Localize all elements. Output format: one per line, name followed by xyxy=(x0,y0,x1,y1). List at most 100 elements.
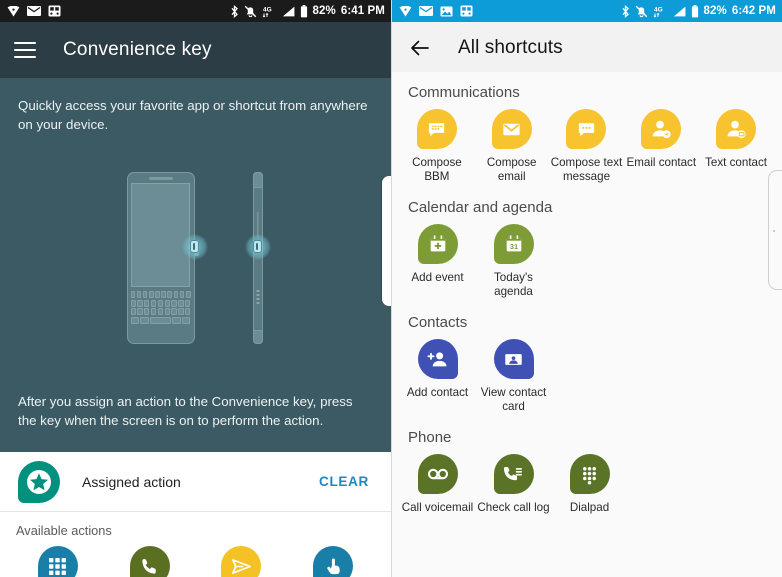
shortcut-compose-text-message[interactable]: Compose text message xyxy=(550,109,624,183)
action-open-app[interactable]: Open app xyxy=(12,544,104,577)
page-title-right: All shortcuts xyxy=(458,37,563,58)
email-icon xyxy=(27,6,41,16)
action-send-message[interactable]: Send message xyxy=(196,544,288,577)
voicemail-icon xyxy=(417,454,458,494)
signal-bars-icon xyxy=(282,6,295,17)
shortcut-compose-email[interactable]: Compose email xyxy=(475,109,549,183)
shortcuts-scroll-area[interactable]: Communications Compose BBM Compose email… xyxy=(392,72,782,577)
shortcut-label: Compose text message xyxy=(550,156,623,183)
person-message-icon xyxy=(716,109,757,149)
shortcut-add-contact[interactable]: Add contact xyxy=(400,339,475,400)
group-phone: Phone Call voicemail Check call log Dial… xyxy=(392,417,782,519)
shortcut-dialpad[interactable]: Dialpad xyxy=(552,454,627,515)
app-bar-right: All shortcuts xyxy=(392,22,782,74)
group-tiles: Add contact View contact card xyxy=(392,339,782,413)
shortcut-check-call-log[interactable]: Check call log xyxy=(476,454,551,515)
signal-bars-icon xyxy=(673,6,686,17)
shortcut-label: Text contact xyxy=(705,156,768,169)
4g-data-icon: 4G xyxy=(262,5,277,18)
transit-icon xyxy=(460,5,473,17)
battery-icon xyxy=(691,4,699,18)
bbm-chat-icon xyxy=(416,109,457,149)
group-heading: Communications xyxy=(408,84,520,101)
clock-right: 6:42 PM xyxy=(731,5,776,17)
bluetooth-icon xyxy=(230,4,239,18)
phone-front-view xyxy=(126,172,208,344)
shortcut-email-contact[interactable]: Email contact xyxy=(624,109,698,170)
contact-card-icon xyxy=(493,339,534,379)
shortcut-label: Dialpad xyxy=(569,501,610,514)
photo-icon xyxy=(440,6,453,17)
adjacent-screen-edge xyxy=(382,176,391,306)
group-calendar-and-agenda: Calendar and agenda Add event 31 Today's… xyxy=(392,187,782,302)
shortcut-label: Email contact xyxy=(626,156,697,169)
status-bar-left: 4G 82% 6:41 PM xyxy=(0,0,391,22)
clock-left: 6:41 PM xyxy=(340,5,385,17)
action-all-shortcuts[interactable]: All shortcuts xyxy=(287,544,379,577)
calendar-31-icon: 31 xyxy=(493,224,534,264)
status-bar-left-icons-right xyxy=(399,5,473,17)
adjacent-card-edge xyxy=(768,170,782,290)
status-bar-left-icons xyxy=(7,5,61,17)
status-bar-right-icons-left: 4G 82% 6:41 PM xyxy=(230,4,386,18)
shortcut-call-voicemail[interactable]: Call voicemail xyxy=(400,454,475,515)
hamburger-menu-icon[interactable] xyxy=(14,42,36,58)
convenience-key-highlight-front xyxy=(181,234,208,260)
group-contacts: Contacts Add contact View contact card xyxy=(392,302,782,417)
person-send-icon xyxy=(641,109,682,149)
shortcut-add-event[interactable]: Add event xyxy=(400,224,475,285)
4g-data-icon: 4G xyxy=(653,5,668,18)
shortcut-label: Today's agenda xyxy=(494,271,533,298)
convenience-key-highlight-side xyxy=(244,234,271,260)
hero-top-text: Quickly access your favorite app or shor… xyxy=(18,98,368,132)
phone-keyboard-illustration xyxy=(130,291,191,337)
phone-illustration xyxy=(0,148,391,368)
calendar-plus-icon xyxy=(417,224,458,264)
star-shortcut-icon xyxy=(18,460,60,503)
shortcut-compose-bbm[interactable]: Compose BBM xyxy=(400,109,474,183)
shortcut-label: Compose BBM xyxy=(412,156,462,183)
back-arrow-icon[interactable] xyxy=(408,36,432,60)
group-communications: Communications Compose BBM Compose email… xyxy=(392,72,782,187)
status-bar-right: 4G 82% 6:42 PM xyxy=(392,0,782,22)
call-log-icon xyxy=(493,454,534,494)
notifications-muted-icon xyxy=(244,5,257,18)
phone-side-view xyxy=(244,172,271,344)
right-screen-all-shortcuts: 4G 82% 6:42 PM All shortcuts Communicati… xyxy=(391,0,782,577)
person-add-icon xyxy=(417,339,458,379)
bluetooth-icon xyxy=(621,4,630,18)
group-heading: Contacts xyxy=(408,314,468,331)
assigned-action-row[interactable]: Assigned action CLEAR xyxy=(0,452,391,512)
transit-icon xyxy=(48,5,61,17)
svg-text:4G: 4G xyxy=(654,6,663,13)
email-icon xyxy=(419,6,433,16)
hero-illustration-section: Quickly access your favorite app or shor… xyxy=(0,78,391,452)
group-tiles: Add event 31 Today's agenda xyxy=(392,224,782,298)
shortcut-label: Compose email xyxy=(486,156,537,183)
shortcut-view-contact-card[interactable]: View contact card xyxy=(476,339,551,413)
dual-screenshot: 4G 82% 6:41 PM Convenience key Quickly a… xyxy=(0,0,782,577)
shortcut-label: Add event xyxy=(411,271,464,284)
shortcut-label: View contact card xyxy=(480,386,547,413)
shortcut-todays-agenda[interactable]: 31 Today's agenda xyxy=(476,224,551,298)
svg-text:4G: 4G xyxy=(263,6,272,13)
shortcut-text-contact[interactable]: Text contact xyxy=(699,109,773,170)
battery-percent-right: 82% xyxy=(703,5,727,17)
available-actions-row: Open app Speed dial Send m xyxy=(0,540,391,577)
wifi-icon xyxy=(7,5,20,17)
shortcut-label: Call voicemail xyxy=(401,501,474,514)
envelope-icon xyxy=(491,109,532,149)
page-title-left: Convenience key xyxy=(63,39,212,60)
clear-button[interactable]: CLEAR xyxy=(315,468,373,495)
status-bar-right-icons-right: 4G 82% 6:42 PM xyxy=(621,4,777,18)
group-heading: Calendar and agenda xyxy=(408,199,553,216)
group-tiles: Compose BBM Compose email Compose text m… xyxy=(392,109,782,183)
pointing-hand-icon xyxy=(313,546,354,577)
notifications-muted-icon xyxy=(635,5,648,18)
group-tiles: Call voicemail Check call log Dialpad xyxy=(392,454,782,515)
app-bar-left: Convenience key xyxy=(0,22,391,78)
action-speed-dial[interactable]: Speed dial xyxy=(104,544,196,577)
chat-bubble-icon xyxy=(566,109,607,149)
shortcut-label: Add contact xyxy=(406,386,469,399)
available-actions-heading: Available actions xyxy=(16,523,112,538)
